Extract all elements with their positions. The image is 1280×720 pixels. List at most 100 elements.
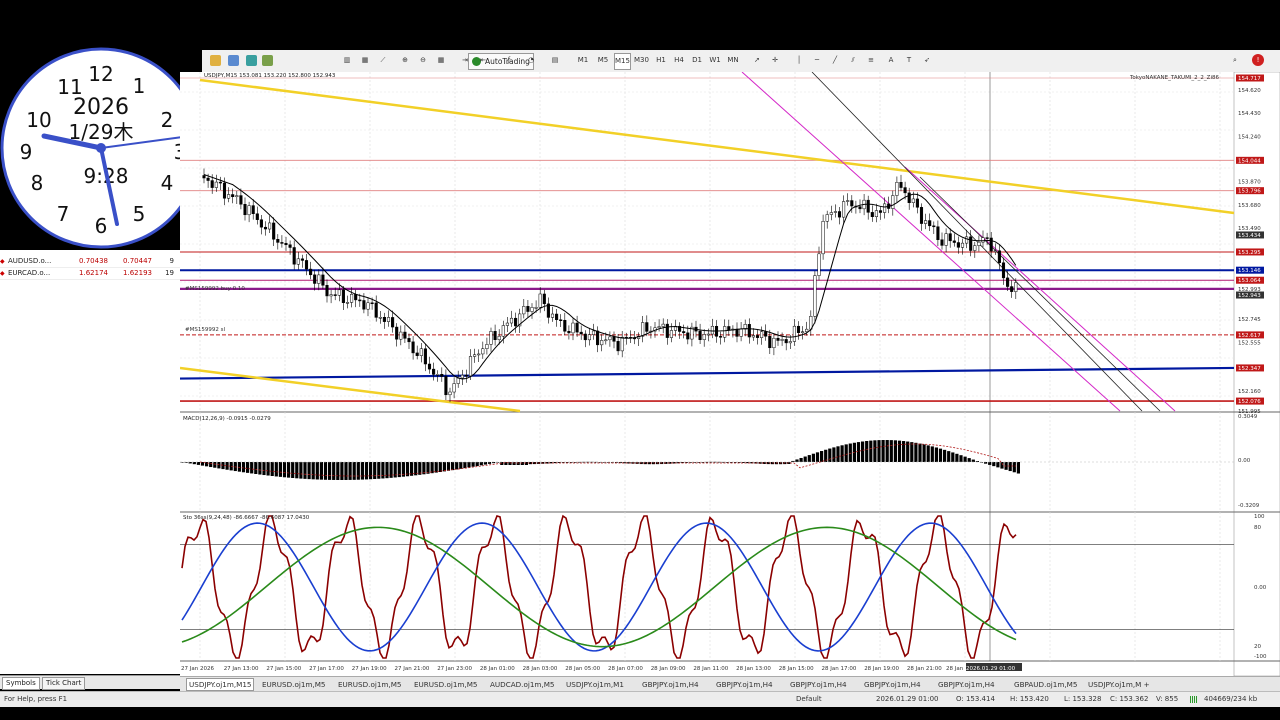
chart-tab[interactable]: EURUSD.oj1m,M5 (262, 679, 325, 690)
candle-body (493, 331, 497, 340)
tile-windows-icon[interactable]: ▦ (434, 53, 448, 68)
macd-bar (971, 459, 975, 462)
profiles-button[interactable] (226, 53, 240, 68)
horizontal-line-icon[interactable]: ─ (810, 53, 824, 68)
indicators-icon[interactable]: ƒ (502, 53, 516, 68)
candle-body (710, 325, 714, 335)
chart-tab[interactable]: AUDCAD.oj1m,M5 (490, 679, 555, 690)
arrow-down-icon: ◆ (0, 270, 5, 277)
tf-M15[interactable]: M15 (614, 53, 631, 70)
candle-body (760, 331, 764, 338)
candle-body (919, 207, 924, 224)
candle-body (813, 275, 817, 317)
zoom-out-icon[interactable]: ⊖ (416, 53, 430, 68)
candle-body (563, 319, 567, 332)
chart-tab[interactable]: GBPAUD.oj1m,M5 (1014, 679, 1077, 690)
trendline-icon[interactable]: ╱ (828, 53, 842, 68)
macd-bar (877, 440, 881, 462)
macd-bar (885, 440, 889, 462)
new-chart-button[interactable] (208, 53, 222, 68)
macd-bar (315, 462, 319, 480)
clock-numeral-9: 9 (20, 140, 33, 164)
macd-bar (840, 445, 844, 462)
macd-bar (451, 462, 455, 471)
symbol-name: EURCAD.o... (8, 269, 51, 277)
candle-body (821, 221, 825, 255)
price-chart[interactable]: 154.717 154.620 154.430 154.240 154.044 153.8… (180, 72, 1280, 676)
candle-body (214, 181, 218, 188)
autoscroll-icon[interactable]: ⇥ (458, 53, 472, 68)
macd-bar (274, 462, 278, 477)
chart-tab[interactable]: GBPJPY.oj1m,H4 (938, 679, 995, 690)
candle-body (874, 210, 878, 218)
zoom-in-icon[interactable]: ⊕ (398, 53, 412, 68)
tf-MN[interactable]: MN (726, 53, 740, 68)
arrows-icon[interactable]: ➶ (920, 53, 934, 68)
periods-icon[interactable]: ◔ (524, 53, 538, 68)
vertical-line-icon[interactable]: │ (792, 53, 806, 68)
line-chart-button[interactable]: ⟋ (376, 53, 390, 68)
notification-icon[interactable]: ! (1252, 54, 1264, 66)
price-tick-label: 153.680 (1238, 203, 1261, 209)
candle-body (358, 299, 362, 302)
candle-body (739, 328, 743, 337)
chart-tab[interactable]: EURUSD.oj1m,M5 (414, 679, 477, 690)
candle-body (268, 222, 272, 230)
candle-body (259, 219, 263, 228)
tf-M1[interactable]: M1 (576, 53, 590, 68)
macd-bar (938, 448, 943, 462)
chart-tab[interactable]: GBPJPY.oj1m,H4 (642, 679, 699, 690)
bar-chart-button[interactable]: ▥ (340, 53, 354, 68)
clock-numeral-12: 12 (88, 62, 113, 86)
chart-tab[interactable]: GBPJPY.oj1m,H4 (716, 679, 773, 690)
search-icon[interactable]: ⌕ (1228, 53, 1242, 68)
fibonacci-icon[interactable]: ≡ (864, 53, 878, 68)
candlestick-button[interactable]: ▦ (358, 53, 372, 68)
text-icon[interactable]: A (884, 53, 898, 68)
tab-tick-chart[interactable]: Tick Chart (42, 677, 86, 690)
tf-H1[interactable]: H1 (654, 53, 668, 68)
navigator-button[interactable] (260, 53, 274, 68)
status-high: H: 153.420 (1010, 695, 1049, 703)
templates-icon[interactable]: ▤ (548, 53, 562, 68)
candle-body (928, 220, 932, 227)
candle-body (386, 317, 391, 322)
crosshair-icon[interactable]: ✛ (768, 53, 782, 68)
macd-bar (475, 462, 479, 467)
candle-body (837, 211, 842, 218)
market-watch-button[interactable] (244, 53, 258, 68)
tf-M5[interactable]: M5 (596, 53, 610, 68)
chart-tab[interactable]: GBPJPY.oj1m,H4 (790, 679, 847, 690)
candle-body (206, 177, 210, 181)
macd-bar (459, 462, 463, 469)
chart-tab[interactable]: USDJPY.oj1m,M + (1088, 679, 1150, 690)
tf-W1[interactable]: W1 (708, 53, 722, 68)
price-tick-label: 153.796 (1238, 189, 1261, 195)
chart-shift-icon[interactable]: ⇤ (476, 53, 490, 68)
candle-body (378, 316, 382, 319)
candle-body (436, 374, 440, 376)
macd-bar (815, 452, 820, 462)
chart-tab[interactable]: USDJPY.oj1m,M1 (566, 679, 624, 690)
candle-body (567, 331, 571, 334)
clock-numeral-7: 7 (57, 202, 70, 226)
tab-symbols[interactable]: Symbols (2, 677, 40, 690)
macd-bar (332, 462, 336, 480)
channel-icon[interactable]: ⫽ (846, 53, 860, 68)
chart-window[interactable]: 154.717 154.620 154.430 154.240 154.044 153.8… (180, 72, 1280, 676)
price-tick-label: 154.044 (1238, 158, 1261, 164)
chart-tab[interactable]: EURUSD.oj1m,M5 (338, 679, 401, 690)
chart-tab[interactable]: GBPJPY.oj1m,H4 (864, 679, 921, 690)
chart-tab[interactable]: USDJPY.oj1m,M15 (186, 678, 255, 691)
tf-H4[interactable]: H4 (672, 53, 686, 68)
time-tick-label: 28 Jan 05:00 (565, 666, 600, 672)
tf-M30[interactable]: M30 (634, 53, 649, 68)
candle-body (796, 325, 801, 333)
tf-D1[interactable]: D1 (690, 53, 704, 68)
market-watch-row[interactable]: ◆ EURCAD.o... 1.62174 1.62193 19 (0, 268, 180, 280)
macd-bar (1012, 462, 1016, 473)
cursor-icon[interactable]: ➚ (750, 53, 764, 68)
market-watch-row[interactable]: ◆ AUDUSD.o... 0.70438 0.70447 9 (0, 256, 180, 268)
price-tick-label: 152.076 (1238, 399, 1261, 405)
label-icon[interactable]: T (902, 53, 916, 68)
